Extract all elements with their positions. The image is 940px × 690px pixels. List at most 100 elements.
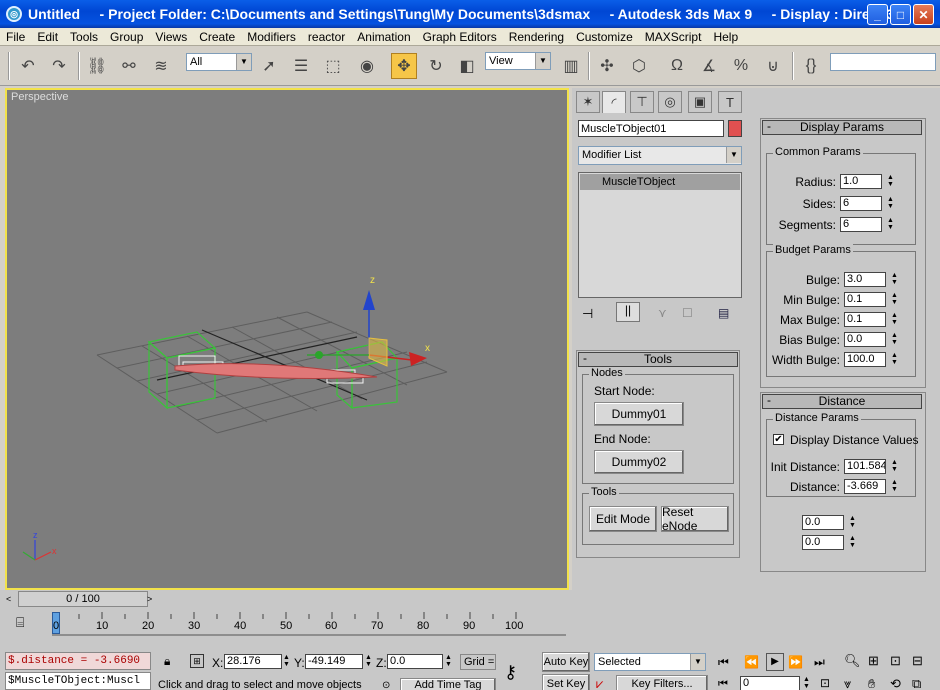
previous-frame-icon[interactable]: ⏪ bbox=[744, 655, 759, 669]
key-mode-dropdown[interactable]: Selected ▼ bbox=[594, 653, 706, 671]
bulge-spinner[interactable]: 3.0 bbox=[844, 272, 886, 287]
modifier-list-dropdown[interactable]: Modifier List ▼ bbox=[578, 146, 742, 165]
muscle-object[interactable] bbox=[174, 363, 378, 379]
zoom-icon[interactable]: 🔍︎ bbox=[844, 653, 861, 669]
key-filters-button[interactable]: Key Filters... bbox=[616, 675, 708, 690]
selection-lock-icon[interactable]: 🔒︎ bbox=[164, 654, 170, 669]
motion-tab-icon[interactable]: ◎ bbox=[658, 91, 682, 113]
close-icon[interactable]: ✕ bbox=[913, 4, 934, 25]
key-icon[interactable]: ⚷ bbox=[504, 662, 517, 683]
object-color-swatch[interactable] bbox=[728, 120, 742, 137]
select-and-link-icon[interactable]: ⛓ bbox=[84, 53, 110, 79]
absolute-relative-toggle-icon[interactable]: ⊞ bbox=[190, 654, 204, 668]
set-key-button[interactable]: Set Key bbox=[542, 674, 590, 690]
min-bulge-spinner-arrows[interactable]: ▲ ▼ bbox=[890, 292, 899, 307]
menu-file[interactable]: File bbox=[0, 30, 31, 44]
go-to-start-icon[interactable]: ⏮ bbox=[718, 655, 729, 670]
radius-spinner[interactable]: 1.0 bbox=[840, 174, 882, 189]
max-bulge-spinner[interactable]: 0.1 bbox=[844, 312, 886, 327]
zoom-all-icon[interactable]: ⊞ bbox=[868, 653, 879, 669]
start-node-button[interactable]: Dummy01 bbox=[594, 402, 684, 426]
bind-space-warp-icon[interactable]: ≋ bbox=[148, 53, 174, 79]
modify-tab-icon[interactable]: ◜ bbox=[602, 91, 626, 113]
hierarchy-tab-icon[interactable]: ⊤ bbox=[630, 91, 654, 113]
bias-bulge-spinner[interactable]: 0.0 bbox=[844, 332, 886, 347]
z-coordinate-field[interactable]: 0.0 bbox=[387, 654, 443, 669]
distance-spinner-arrows[interactable]: ▲ ▼ bbox=[890, 479, 899, 494]
create-tab-icon[interactable]: ✶ bbox=[576, 91, 600, 113]
menu-graph-editors[interactable]: Graph Editors bbox=[417, 30, 503, 44]
reset-enode-button[interactable]: Reset eNode bbox=[661, 505, 729, 533]
extra-spinner-2-arrows[interactable]: ▲ ▼ bbox=[848, 535, 857, 550]
undo-icon[interactable]: ↶ bbox=[15, 53, 41, 79]
maxscript-listener-input[interactable]: $MuscleTObject:Muscl bbox=[5, 672, 151, 690]
key-mode-toggle-icon[interactable]: ⏮ bbox=[718, 678, 728, 690]
timeslider-next-icon[interactable]: > bbox=[147, 591, 159, 607]
maxscript-listener-output[interactable]: $.distance = -3.6690 bbox=[5, 652, 151, 670]
app-icon[interactable]: ◎ bbox=[6, 6, 22, 22]
min-bulge-spinner[interactable]: 0.1 bbox=[844, 292, 886, 307]
redo-icon[interactable]: ↷ bbox=[46, 53, 72, 79]
frame-spinner-arrows[interactable]: ▲ ▼ bbox=[802, 676, 811, 690]
perspective-viewport[interactable]: z x z x Perspective bbox=[5, 88, 569, 590]
extra-spinner-1[interactable]: 0.0 bbox=[802, 515, 844, 530]
sides-spinner[interactable]: 6 bbox=[840, 196, 882, 211]
go-to-end-icon[interactable]: ⏭ bbox=[814, 655, 825, 670]
radius-spinner-arrows[interactable]: ▲ ▼ bbox=[886, 174, 895, 189]
pivot-center-icon[interactable]: ▥ bbox=[558, 53, 584, 79]
timeslider-prev-icon[interactable]: < bbox=[6, 591, 18, 607]
select-object-icon[interactable]: ➚ bbox=[256, 53, 282, 79]
snaps-toggle-icon[interactable]: Ω bbox=[664, 53, 690, 79]
pan-icon[interactable]: ✋︎ bbox=[868, 676, 875, 690]
edit-mode-button[interactable]: Edit Mode bbox=[589, 506, 657, 532]
minimize-icon[interactable]: _ bbox=[867, 4, 888, 25]
named-selection-sets-icon[interactable]: {} bbox=[798, 53, 824, 79]
menu-group[interactable]: Group bbox=[104, 30, 149, 44]
display-distance-checkbox[interactable]: ✔ bbox=[773, 434, 784, 445]
extra-spinner-1-arrows[interactable]: ▲ ▼ bbox=[848, 515, 857, 530]
menu-animation[interactable]: Animation bbox=[351, 30, 416, 44]
spinner-snap-icon[interactable]: ⊍ bbox=[760, 53, 786, 79]
keyboard-shortcut-override-icon[interactable]: ⬡ bbox=[626, 53, 652, 79]
viewport-label[interactable]: Perspective bbox=[11, 91, 68, 103]
selection-filter-dropdown[interactable]: All ▼ bbox=[186, 53, 252, 71]
percent-snap-icon[interactable]: % bbox=[728, 53, 754, 79]
auto-key-button[interactable]: Auto Key bbox=[542, 652, 590, 672]
maximize-viewport-icon[interactable]: ⧉ bbox=[912, 676, 921, 690]
modifier-stack[interactable]: MuscleTObject bbox=[578, 172, 742, 298]
end-node-button[interactable]: Dummy02 bbox=[594, 450, 684, 474]
width-bulge-spinner-arrows[interactable]: ▲ ▼ bbox=[890, 352, 899, 367]
time-configuration-icon[interactable]: ⊡ bbox=[820, 676, 830, 690]
segments-spinner-arrows[interactable]: ▲ ▼ bbox=[886, 217, 895, 232]
display-params-header[interactable]: - Display Params bbox=[762, 120, 922, 135]
object-name-field[interactable] bbox=[578, 120, 724, 137]
menu-views[interactable]: Views bbox=[149, 30, 193, 44]
configure-modifier-sets-icon[interactable]: ▤ bbox=[718, 306, 729, 320]
y-spinner-arrows[interactable]: ▲ ▼ bbox=[364, 654, 373, 669]
curve-editor-icon[interactable]: ⌸ bbox=[16, 614, 24, 631]
angle-snap-icon[interactable]: ∡ bbox=[696, 53, 722, 79]
field-of-view-icon[interactable]: ⩔ bbox=[844, 676, 851, 690]
z-spinner-arrows[interactable]: ▲ ▼ bbox=[444, 654, 453, 669]
zoom-extents-icon[interactable]: ⊡ bbox=[890, 653, 901, 669]
distance-header[interactable]: - Distance bbox=[762, 394, 922, 409]
x-spinner-arrows[interactable]: ▲ ▼ bbox=[282, 654, 291, 669]
select-and-move-icon[interactable]: ✥ bbox=[391, 53, 417, 79]
select-and-rotate-icon[interactable]: ↻ bbox=[423, 53, 449, 79]
make-unique-icon[interactable]: ⋎ bbox=[658, 306, 667, 320]
named-selection-input[interactable] bbox=[830, 53, 936, 71]
extra-spinner-2[interactable]: 0.0 bbox=[802, 535, 844, 550]
arc-rotate-icon[interactable]: ⟲ bbox=[890, 676, 901, 690]
x-coordinate-field[interactable]: 28.176 bbox=[224, 654, 282, 669]
next-frame-icon[interactable]: ⏩ bbox=[788, 655, 803, 669]
time-slider[interactable]: 0 / 100 bbox=[18, 591, 148, 607]
bulge-spinner-arrows[interactable]: ▲ ▼ bbox=[890, 272, 899, 287]
show-end-result-icon[interactable]: || bbox=[616, 302, 640, 322]
pin-stack-icon[interactable]: ⊣ bbox=[582, 306, 593, 322]
play-icon[interactable]: ▶ bbox=[766, 653, 784, 671]
display-tab-icon[interactable]: ▣ bbox=[688, 91, 712, 113]
utilities-tab-icon[interactable]: T bbox=[718, 91, 742, 113]
init-distance-spinner[interactable]: 101.584 bbox=[844, 459, 886, 474]
current-frame-field[interactable]: 0 bbox=[740, 676, 800, 690]
rectangular-selection-icon[interactable]: ⬚ bbox=[320, 53, 346, 79]
